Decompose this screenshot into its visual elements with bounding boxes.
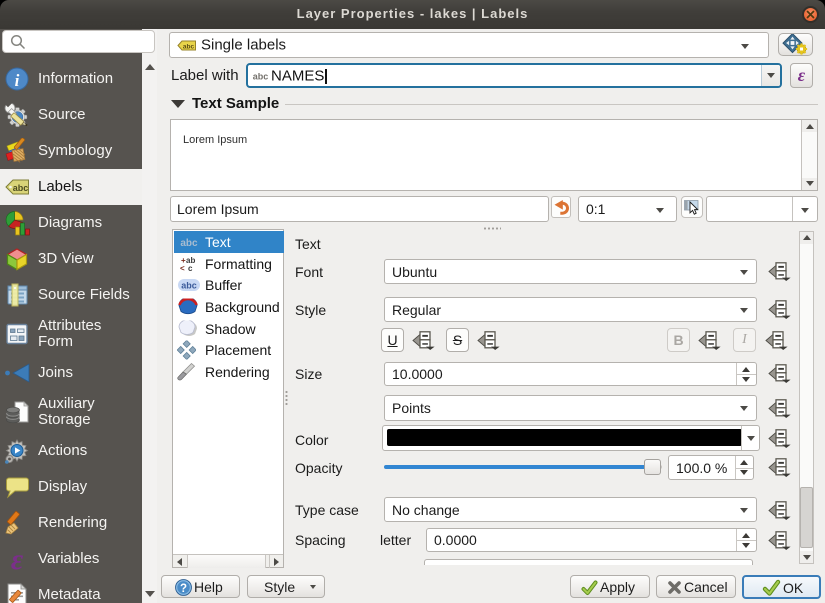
svg-text:abc: abc (13, 183, 29, 193)
svg-text:abc: abc (181, 281, 197, 291)
svg-text:abc: abc (180, 238, 198, 249)
svg-text:?: ? (180, 583, 187, 595)
svg-text:ε: ε (11, 546, 24, 572)
svg-text:abc: abc (183, 43, 195, 50)
svg-text:i: i (15, 71, 20, 90)
svg-text:c: c (188, 264, 193, 273)
svg-text:abc: abc (253, 72, 269, 82)
svg-text:<: < (180, 264, 185, 273)
